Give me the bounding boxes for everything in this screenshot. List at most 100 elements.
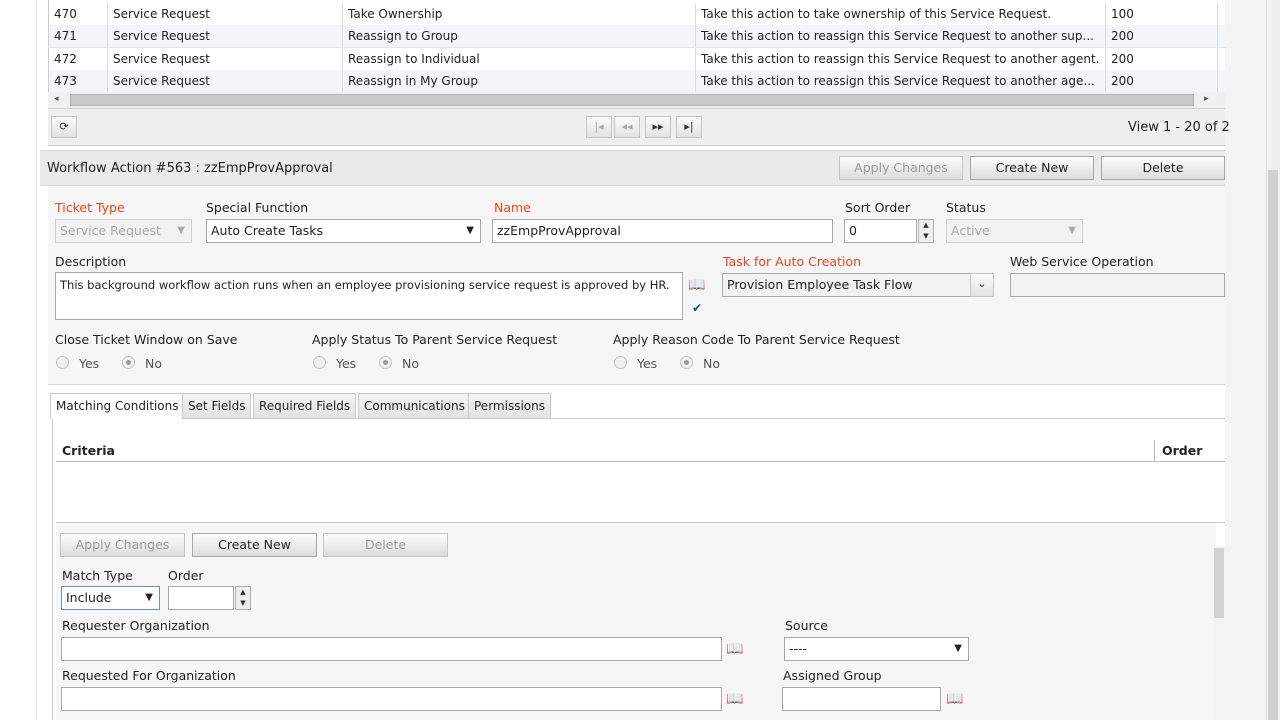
- task-dropdown-button[interactable]: ⌄: [970, 273, 994, 297]
- order-stepper[interactable]: ▲ ▼: [235, 586, 251, 610]
- assigned-group-label: Assigned Group: [783, 668, 882, 683]
- description-textarea[interactable]: This background workflow action runs whe…: [55, 272, 683, 320]
- table-row[interactable]: 472 Service Request Reassign to Individu…: [49, 48, 1226, 71]
- assigned-group-input[interactable]: [782, 687, 941, 711]
- special-function-label: Special Function: [206, 200, 309, 215]
- scroll-left-icon[interactable]: ◂: [54, 94, 59, 104]
- delete-button[interactable]: Delete: [1101, 156, 1225, 180]
- left-margin: [0, 0, 37, 720]
- task-auto-creation-select[interactable]: Provision Employee Task Flow: [722, 273, 973, 297]
- cell-description: Take this action to reassign this Servic…: [696, 70, 1106, 92]
- sub-apply-changes-button[interactable]: Apply Changes: [60, 533, 185, 557]
- source-select[interactable]: ---- ▼: [784, 637, 969, 661]
- sort-order-stepper[interactable]: ▲ ▼: [918, 219, 934, 243]
- chevron-down-icon: ▼: [954, 643, 962, 654]
- refresh-button[interactable]: ⟳: [51, 116, 77, 138]
- ticket-type-label: Ticket Type: [55, 200, 125, 215]
- name-input[interactable]: zzEmpProvApproval: [492, 219, 833, 243]
- grid-pager: ⟳ |◂ ◂◂ ▸▸ ▸| View 1 - 20 of 2: [48, 108, 1230, 146]
- cell-description: Take this action to reassign this Servic…: [696, 25, 1106, 47]
- tab-communications[interactable]: Communications: [358, 393, 471, 419]
- task-auto-creation-label: Task for Auto Creation: [723, 254, 861, 269]
- spell-check-icon[interactable]: ✔: [686, 298, 708, 318]
- status-select[interactable]: Active ▼: [946, 219, 1083, 243]
- first-page-button[interactable]: |◂: [586, 116, 612, 138]
- cell-order: 100: [1106, 3, 1218, 25]
- sub-delete-button[interactable]: Delete: [323, 533, 448, 557]
- requester-organization-input[interactable]: [61, 637, 722, 661]
- table-row[interactable]: 473 Service Request Reassign in My Group…: [49, 70, 1226, 92]
- subform-vertical-scrollbar-thumb[interactable]: [1214, 548, 1224, 618]
- view-records-text: View 1 - 20 of 2: [1128, 120, 1230, 135]
- tab-required-fields[interactable]: Required Fields: [253, 393, 357, 419]
- sort-order-input[interactable]: 0: [844, 219, 917, 243]
- cell-id: 471: [49, 25, 108, 47]
- close-ticket-yes-label: Yes: [79, 356, 100, 371]
- cell-ticket-type: Service Request: [108, 48, 343, 70]
- requester-organization-label: Requester Organization: [62, 618, 210, 633]
- chevron-down-icon: ▼: [145, 592, 153, 603]
- tab-matching-conditions[interactable]: Matching Conditions: [50, 393, 185, 419]
- workflow-action-header: Workflow Action #563 : zzEmpProvApproval…: [40, 150, 1225, 186]
- book-lookup-icon[interactable]: 📖: [944, 689, 966, 709]
- column-divider: [1154, 440, 1155, 461]
- tab-set-fields[interactable]: Set Fields: [182, 393, 252, 419]
- close-ticket-no-radio[interactable]: [122, 356, 135, 369]
- web-service-operation-input[interactable]: [1010, 273, 1225, 297]
- cell-id: 470: [49, 3, 108, 25]
- tab-permissions[interactable]: Permissions: [468, 393, 551, 419]
- refresh-icon: ⟳: [59, 120, 69, 133]
- order-label: Order: [168, 568, 204, 583]
- order-input[interactable]: [168, 586, 234, 610]
- chevron-down-icon: ▼: [177, 225, 185, 236]
- cell-order: 200: [1106, 48, 1218, 70]
- apply-reason-yes-radio[interactable]: [614, 356, 627, 369]
- book-lookup-icon[interactable]: 📖: [724, 639, 746, 659]
- cell-action-name: Take Ownership: [343, 3, 696, 25]
- match-type-label: Match Type: [62, 568, 133, 583]
- cell-action-name: Reassign in My Group: [343, 70, 696, 92]
- next-page-button[interactable]: ▸▸: [645, 116, 671, 138]
- web-service-operation-label: Web Service Operation: [1010, 254, 1154, 269]
- table-row[interactable]: 470 Service Request Take Ownership Take …: [49, 3, 1226, 26]
- apply-status-no-label: No: [402, 356, 419, 371]
- requested-for-organization-input[interactable]: [61, 687, 722, 711]
- criteria-table-divider: [56, 522, 1225, 523]
- apply-status-yes-label: Yes: [336, 356, 357, 371]
- book-lookup-icon[interactable]: 📖: [724, 689, 746, 709]
- order-column-header: Order: [1162, 443, 1203, 458]
- table-row[interactable]: 471 Service Request Reassign to Group Ta…: [49, 25, 1226, 48]
- close-ticket-label: Close Ticket Window on Save: [55, 332, 238, 347]
- apply-reason-no-radio[interactable]: [680, 356, 693, 369]
- apply-status-no-radio[interactable]: [379, 356, 392, 369]
- name-label: Name: [494, 200, 531, 215]
- apply-changes-button[interactable]: Apply Changes: [839, 156, 963, 180]
- description-label: Description: [55, 254, 127, 269]
- cell-action-name: Reassign to Group: [343, 25, 696, 47]
- page-vertical-scrollbar-thumb[interactable]: [1268, 170, 1278, 720]
- source-label: Source: [785, 618, 828, 633]
- cell-description: Take this action to take ownership of th…: [696, 3, 1106, 25]
- criteria-column-header: Criteria: [62, 443, 115, 458]
- last-page-button[interactable]: ▸|: [676, 116, 702, 138]
- cell-order: 200: [1106, 70, 1218, 92]
- apply-reason-no-label: No: [703, 356, 720, 371]
- create-new-button[interactable]: Create New: [970, 156, 1094, 180]
- apply-status-yes-radio[interactable]: [313, 356, 326, 369]
- sub-create-new-button[interactable]: Create New: [192, 533, 317, 557]
- requested-for-organization-label: Requested For Organization: [62, 668, 236, 683]
- workflow-actions-grid: 470 Service Request Take Ownership Take …: [48, 0, 1226, 92]
- special-function-select[interactable]: Auto Create Tasks ▼: [206, 219, 481, 243]
- cell-description: Take this action to reassign this Servic…: [696, 48, 1106, 70]
- close-ticket-yes-radio[interactable]: [56, 356, 69, 369]
- cell-ticket-type: Service Request: [108, 70, 343, 92]
- criteria-table-header: Criteria Order: [56, 440, 1225, 462]
- apply-reason-label: Apply Reason Code To Parent Service Requ…: [613, 332, 900, 347]
- cell-ticket-type: Service Request: [108, 3, 343, 25]
- prev-page-button[interactable]: ◂◂: [614, 116, 640, 138]
- scroll-right-icon[interactable]: ▸: [1204, 94, 1209, 104]
- book-lookup-icon[interactable]: 📖: [686, 275, 708, 295]
- ticket-type-select[interactable]: Service Request ▼: [55, 219, 192, 243]
- match-type-select[interactable]: Include ▼: [61, 586, 160, 610]
- grid-horizontal-scrollbar-thumb[interactable]: [70, 94, 1194, 106]
